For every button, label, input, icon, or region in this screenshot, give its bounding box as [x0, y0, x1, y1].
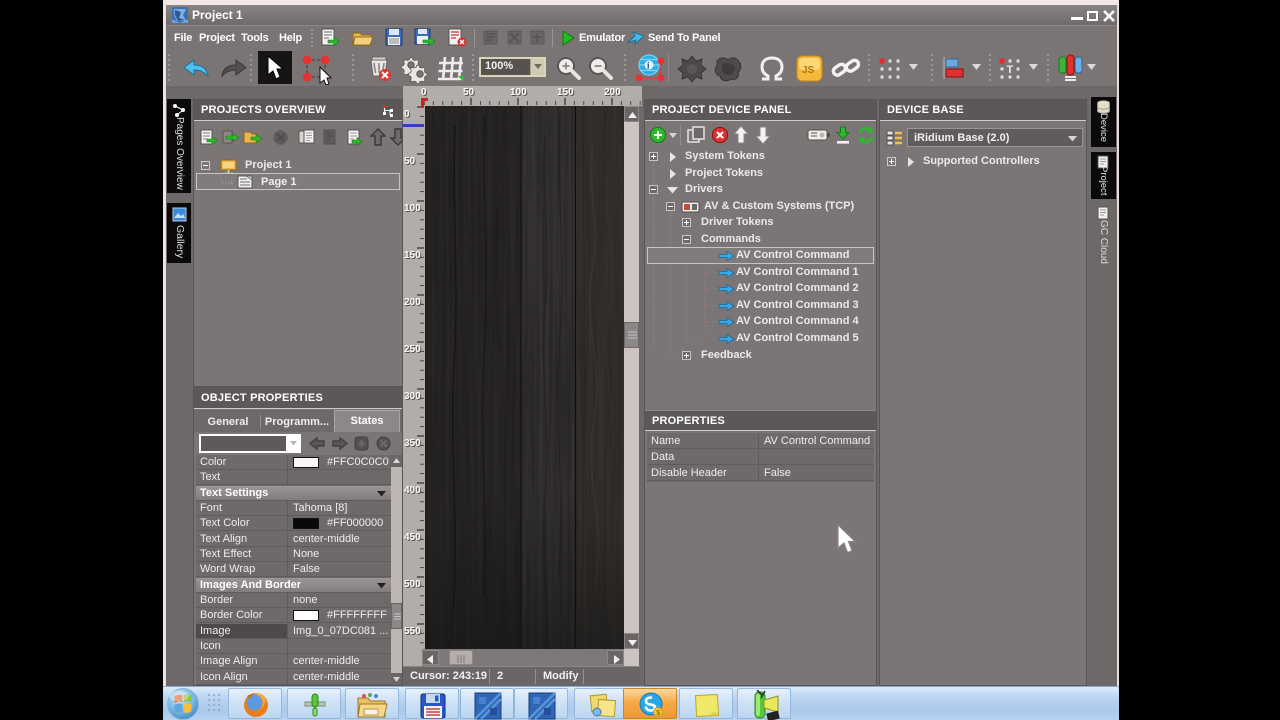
svg-text:T: T: [1007, 64, 1014, 76]
svg-text:i: i: [647, 61, 650, 71]
svg-text:$: $: [656, 710, 660, 717]
svg-text:JS: JS: [802, 65, 815, 76]
